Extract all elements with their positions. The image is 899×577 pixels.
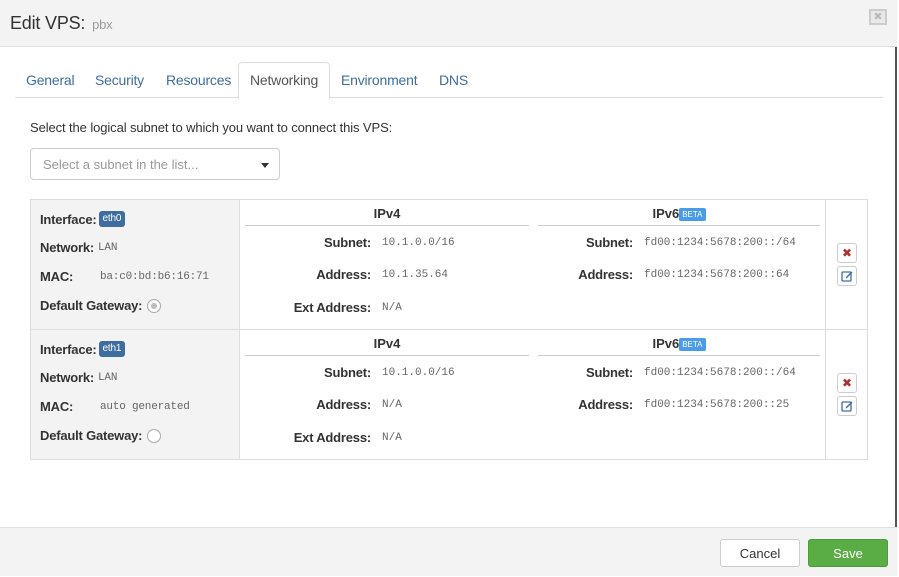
- ext-address-label: Ext Address:: [293, 430, 372, 445]
- ipv4-address-value: 10.1.35.64: [382, 269, 449, 281]
- ipv6-subnet-value: fd00:1234:5678:200::/64: [644, 237, 796, 249]
- vps-name: pbx: [92, 17, 113, 32]
- subnet-label: Subnet:: [586, 235, 633, 250]
- network-value: LAN: [98, 241, 118, 254]
- mac-label: MAC:: [40, 399, 74, 414]
- ipv4-heading: IPv4: [245, 206, 529, 226]
- ipv6-heading: IPv6 BETA: [538, 336, 820, 356]
- delete-icon: ✖: [841, 246, 853, 260]
- default-gateway-field: Default Gateway:: [40, 428, 162, 443]
- mac-label: MAC:: [40, 269, 74, 284]
- subnet-select[interactable]: Select a subnet in the list...: [30, 148, 280, 180]
- ipv6-heading-text: IPv6: [652, 206, 680, 221]
- ipv4-heading: IPv4: [245, 336, 529, 356]
- tab-resources[interactable]: Resources: [155, 62, 242, 98]
- interface-actions: ✖: [825, 200, 867, 329]
- ipv6-subnet-value: fd00:1234:5678:200::/64: [644, 367, 796, 379]
- save-button[interactable]: Save: [808, 539, 888, 567]
- mac-value: auto generated: [100, 400, 190, 413]
- address-label: Address:: [316, 267, 371, 282]
- ipv4-column: IPv4 Subnet: 10.1.0.0/16 Address: N/A Ex…: [245, 330, 529, 459]
- tab-security[interactable]: Security: [84, 62, 155, 98]
- network-value: LAN: [98, 371, 118, 384]
- edit-icon: [841, 401, 853, 412]
- default-gateway-label: Default Gateway:: [40, 428, 143, 443]
- interfaces-table: Interface: eth0 Network: LAN MAC: ba:c0:…: [30, 199, 868, 460]
- address-label: Address:: [578, 397, 633, 412]
- ipv6-heading-text: IPv6: [652, 336, 680, 351]
- ipv4-subnet-value: 10.1.0.0/16: [382, 237, 455, 249]
- ipv4-ext-address-value: N/A: [382, 432, 402, 444]
- default-gateway-field: Default Gateway:: [40, 298, 162, 313]
- cancel-button[interactable]: Cancel: [720, 539, 800, 567]
- subnet-label: Subnet:: [586, 365, 633, 380]
- default-gateway-label: Default Gateway:: [40, 298, 143, 313]
- ipv6-column: IPv6 BETA Subnet: fd00:1234:5678:200::/64…: [538, 200, 820, 329]
- default-gateway-radio[interactable]: [147, 298, 162, 313]
- network-field: Network: LAN: [40, 240, 117, 255]
- ipv6-heading: IPv6 BETA: [538, 206, 820, 226]
- interface-info: Interface: eth1 Network: LAN MAC: auto g…: [31, 330, 240, 459]
- beta-badge: BETA: [679, 338, 706, 351]
- interface-label: Interface:: [40, 341, 97, 357]
- edit-icon: [841, 271, 853, 282]
- tab-dns[interactable]: DNS: [428, 62, 479, 98]
- ipv4-subnet-value: 10.1.0.0/16: [382, 367, 455, 379]
- ext-address-label: Ext Address:: [293, 300, 372, 315]
- delete-interface-button[interactable]: ✖: [837, 243, 857, 263]
- address-label: Address:: [578, 267, 633, 282]
- network-label: Network:: [40, 240, 95, 255]
- tab-networking[interactable]: Networking: [238, 62, 331, 99]
- tab-bar: General Security Resources Networking En…: [15, 62, 883, 99]
- interface-row: Interface: eth0 Network: LAN MAC: ba:c0:…: [31, 200, 867, 330]
- modal-title: Edit VPS: pbx: [10, 13, 113, 34]
- subnet-instructions: Select the logical subnet to which you w…: [30, 120, 393, 135]
- network-field: Network: LAN: [40, 370, 117, 385]
- ipv6-column: IPv6 BETA Subnet: fd00:1234:5678:200::/64…: [538, 330, 820, 459]
- interface-info: Interface: eth0 Network: LAN MAC: ba:c0:…: [31, 200, 240, 329]
- ipv6-address-value: fd00:1234:5678:200::25: [644, 399, 790, 411]
- edit-vps-modal: Edit VPS: pbx ✖ General Security Resourc…: [0, 0, 897, 576]
- subnet-label: Subnet:: [324, 365, 371, 380]
- subnet-select-placeholder: Select a subnet in the list...: [43, 157, 199, 172]
- interface-badge: eth0: [98, 211, 126, 227]
- modal-footer: Cancel Save: [0, 527, 897, 576]
- ipv6-address-value: fd00:1234:5678:200::64: [644, 269, 790, 281]
- address-label: Address:: [316, 397, 371, 412]
- default-gateway-radio[interactable]: [147, 428, 162, 443]
- mac-field: MAC: auto generated: [40, 399, 190, 414]
- close-button[interactable]: ✖: [869, 9, 887, 25]
- delete-icon: ✖: [841, 376, 853, 390]
- interface-field: Interface: eth0: [40, 211, 126, 227]
- ipv4-ext-address-value: N/A: [382, 302, 402, 314]
- mac-field: MAC: ba:c0:bd:b6:16:71: [40, 269, 209, 284]
- interface-label: Interface:: [40, 211, 97, 227]
- interface-badge: eth1: [98, 341, 126, 357]
- subnet-label: Subnet:: [324, 235, 371, 250]
- ipv4-address-value: N/A: [382, 399, 402, 411]
- edit-interface-button[interactable]: [837, 396, 857, 416]
- ipv4-column: IPv4 Subnet: 10.1.0.0/16 Address: 10.1.3…: [245, 200, 529, 329]
- tab-general[interactable]: General: [15, 62, 85, 98]
- beta-badge: BETA: [679, 208, 706, 221]
- close-icon: ✖: [873, 10, 883, 23]
- modal-header: Edit VPS: pbx ✖: [0, 0, 897, 47]
- interface-actions: ✖: [825, 330, 867, 459]
- interface-field: Interface: eth1: [40, 341, 126, 357]
- chevron-down-icon: [261, 163, 269, 168]
- delete-interface-button[interactable]: ✖: [837, 373, 857, 393]
- interface-row: Interface: eth1 Network: LAN MAC: auto g…: [31, 330, 867, 459]
- modal-title-text: Edit VPS:: [10, 13, 86, 33]
- network-label: Network:: [40, 370, 95, 385]
- tab-environment[interactable]: Environment: [330, 62, 428, 98]
- edit-interface-button[interactable]: [837, 266, 857, 286]
- mac-value: ba:c0:bd:b6:16:71: [100, 270, 209, 283]
